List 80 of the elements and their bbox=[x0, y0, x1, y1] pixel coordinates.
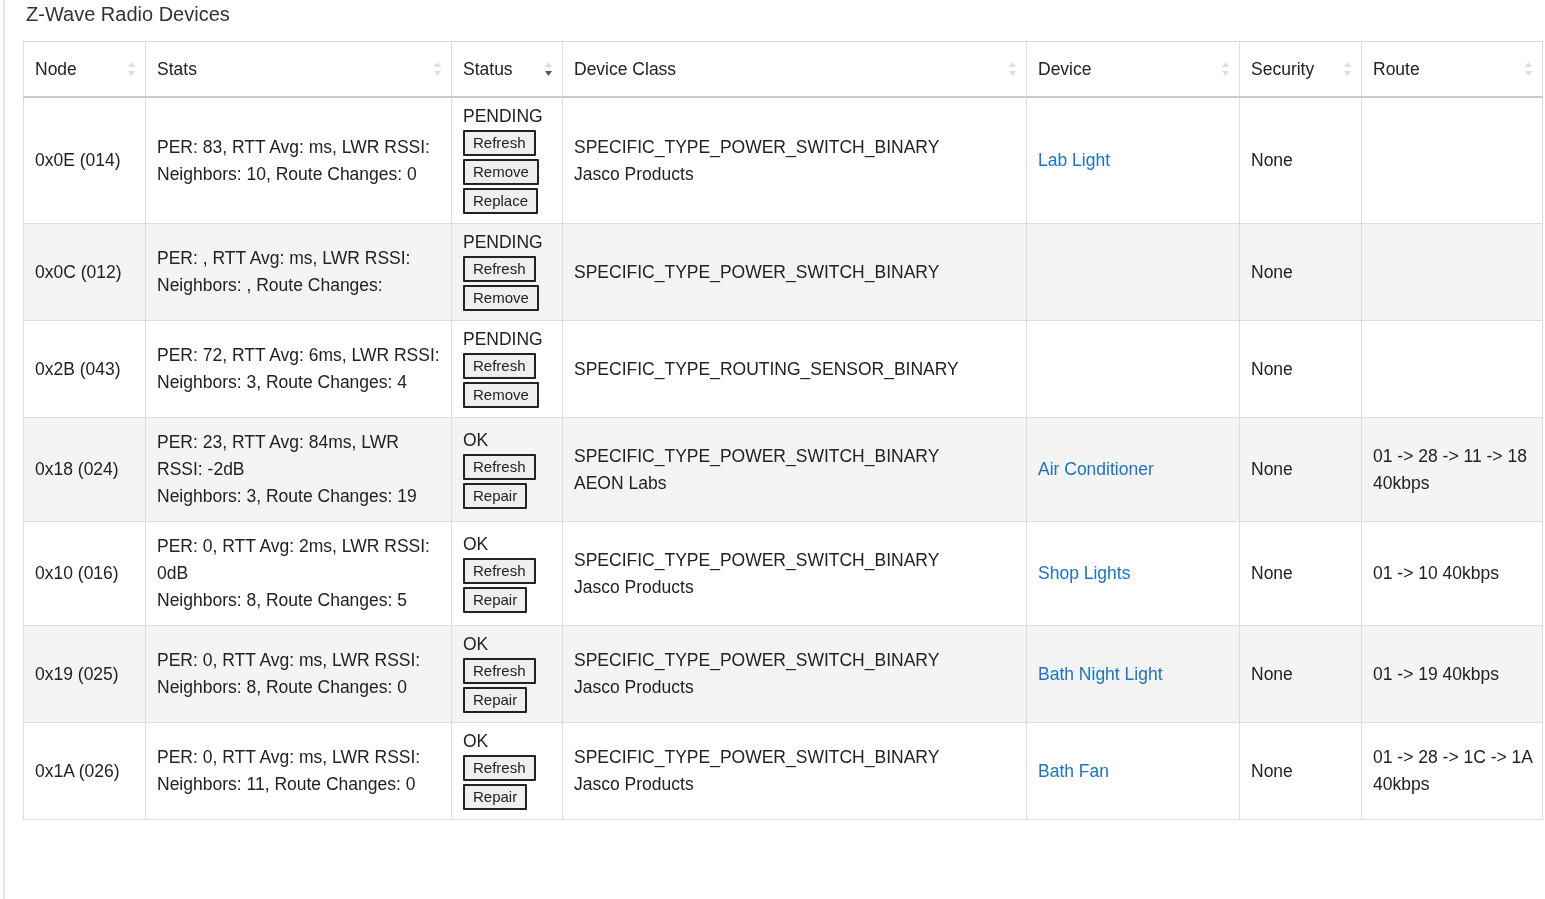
column-header[interactable]: Device bbox=[1026, 41, 1240, 97]
security-text: None bbox=[1251, 563, 1293, 583]
stats-text: Neighbors: 8, Route Changes: 5 bbox=[157, 589, 409, 612]
status-text: OK bbox=[463, 633, 490, 656]
device-link[interactable]: Bath Fan bbox=[1038, 760, 1110, 781]
column-header[interactable]: Stats bbox=[145, 41, 452, 97]
node-id: 0x0C (012) bbox=[35, 261, 122, 282]
status-text: OK bbox=[463, 532, 490, 556]
action-button[interactable]: Remove bbox=[463, 382, 539, 408]
node-id: 0x2B (043) bbox=[35, 358, 121, 379]
route-text: 01 -> 19 40kbps bbox=[1373, 663, 1499, 684]
device-class: SPECIFIC_TYPE_POWER_SWITCH_BINARY bbox=[574, 548, 941, 572]
device-link[interactable]: Air Conditioner bbox=[1038, 459, 1154, 479]
status-text: OK bbox=[463, 428, 490, 452]
route-text: 01 -> 10 40kbps bbox=[1373, 563, 1499, 583]
action-button[interactable]: Replace bbox=[463, 188, 539, 214]
action-button[interactable]: Remove bbox=[463, 159, 539, 185]
action-button[interactable]: Refresh bbox=[463, 755, 536, 781]
security-text: None bbox=[1251, 150, 1293, 170]
device-class: SPECIFIC_TYPE_POWER_SWITCH_BINARY bbox=[574, 260, 941, 284]
action-button[interactable]: Refresh bbox=[463, 353, 536, 379]
device-link[interactable]: Lab Light bbox=[1038, 150, 1110, 170]
route-text: 01 -> 28 -> 11 -> 18 40kbps bbox=[1373, 445, 1527, 493]
node-id: 0x19 (025) bbox=[35, 663, 119, 684]
column-header[interactable]: Status bbox=[451, 41, 563, 97]
stats-text: PER: 23, RTT Avg: 84ms, LWR RSSI: -2dB bbox=[157, 431, 400, 481]
manufacturer: Jasco Products bbox=[574, 676, 695, 699]
action-button[interactable]: Refresh bbox=[463, 658, 536, 684]
device-class: SPECIFIC_TYPE_POWER_SWITCH_BINARY bbox=[574, 746, 941, 770]
status-text: PENDING bbox=[463, 105, 544, 128]
security-text: None bbox=[1251, 459, 1293, 479]
security-text: None bbox=[1251, 358, 1293, 379]
stats-text: PER: 83, RTT Avg: ms, LWR RSSI: bbox=[157, 135, 431, 159]
node-id: 0x18 (024) bbox=[35, 459, 119, 479]
device-class: SPECIFIC_TYPE_POWER_SWITCH_BINARY bbox=[574, 444, 941, 468]
action-button[interactable]: Refresh bbox=[463, 453, 536, 480]
security-text: None bbox=[1251, 663, 1293, 684]
node-id: 0x10 (016) bbox=[35, 563, 119, 583]
action-button[interactable]: Repair bbox=[463, 586, 528, 613]
route-text: 01 -> 28 -> 1C -> 1A 40kbps bbox=[1373, 747, 1533, 794]
stats-text: Neighbors: 11, Route Changes: 0 bbox=[157, 773, 417, 796]
stats-text: PER: 72, RTT Avg: 6ms, LWR RSSI: bbox=[157, 344, 441, 367]
security-text: None bbox=[1251, 261, 1293, 282]
action-button[interactable]: Refresh bbox=[463, 557, 536, 584]
column-header[interactable]: Route bbox=[1361, 41, 1543, 97]
device-class: SPECIFIC_TYPE_POWER_SWITCH_BINARY bbox=[574, 649, 941, 673]
stats-text: PER: 0, RTT Avg: 2ms, LWR RSSI: 0dB bbox=[157, 535, 431, 585]
device-class: SPECIFIC_TYPE_POWER_SWITCH_BINARY bbox=[574, 135, 941, 159]
status-text: OK bbox=[463, 730, 490, 753]
manufacturer: AEON Labs bbox=[574, 471, 668, 495]
sort-icon[interactable] bbox=[545, 61, 552, 77]
stats-text: PER: 0, RTT Avg: ms, LWR RSSI: bbox=[157, 746, 422, 769]
action-button[interactable]: Refresh bbox=[463, 256, 536, 282]
stats-text: Neighbors: 3, Route Changes: 19 bbox=[157, 485, 418, 508]
device-link[interactable]: Shop Lights bbox=[1038, 563, 1131, 583]
stats-text: Neighbors: , Route Changes: bbox=[157, 274, 384, 297]
manufacturer: Jasco Products bbox=[574, 575, 695, 599]
device-link[interactable]: Bath Night Light bbox=[1038, 663, 1163, 684]
stats-text: Neighbors: 8, Route Changes: 0 bbox=[157, 676, 409, 699]
stats-text: PER: 0, RTT Avg: ms, LWR RSSI: bbox=[157, 649, 422, 672]
column-header[interactable]: Security bbox=[1239, 41, 1362, 97]
status-text: PENDING bbox=[463, 328, 544, 351]
action-button[interactable]: Repair bbox=[463, 482, 528, 509]
security-text: None bbox=[1251, 760, 1293, 781]
column-header[interactable]: Node bbox=[23, 41, 146, 97]
manufacturer: Jasco Products bbox=[574, 162, 695, 186]
column-header[interactable]: Device Class bbox=[562, 41, 1027, 97]
node-id: 0x0E (014) bbox=[35, 150, 121, 170]
stats-text: Neighbors: 10, Route Changes: 0 bbox=[157, 162, 418, 186]
stats-text: Neighbors: 3, Route Changes: 4 bbox=[157, 371, 409, 394]
action-button[interactable]: Repair bbox=[463, 687, 528, 713]
action-button[interactable]: Repair bbox=[463, 784, 528, 810]
status-text: PENDING bbox=[463, 231, 544, 254]
stats-text: PER: , RTT Avg: ms, LWR RSSI: bbox=[157, 247, 412, 270]
node-id: 0x1A (026) bbox=[35, 760, 120, 781]
action-button[interactable]: Refresh bbox=[463, 130, 536, 156]
action-button[interactable]: Remove bbox=[463, 285, 539, 311]
manufacturer: Jasco Products bbox=[574, 773, 695, 796]
section-title: Z-Wave Radio Devices bbox=[25, 2, 231, 27]
device-class: SPECIFIC_TYPE_ROUTING_SENSOR_BINARY bbox=[574, 357, 960, 381]
